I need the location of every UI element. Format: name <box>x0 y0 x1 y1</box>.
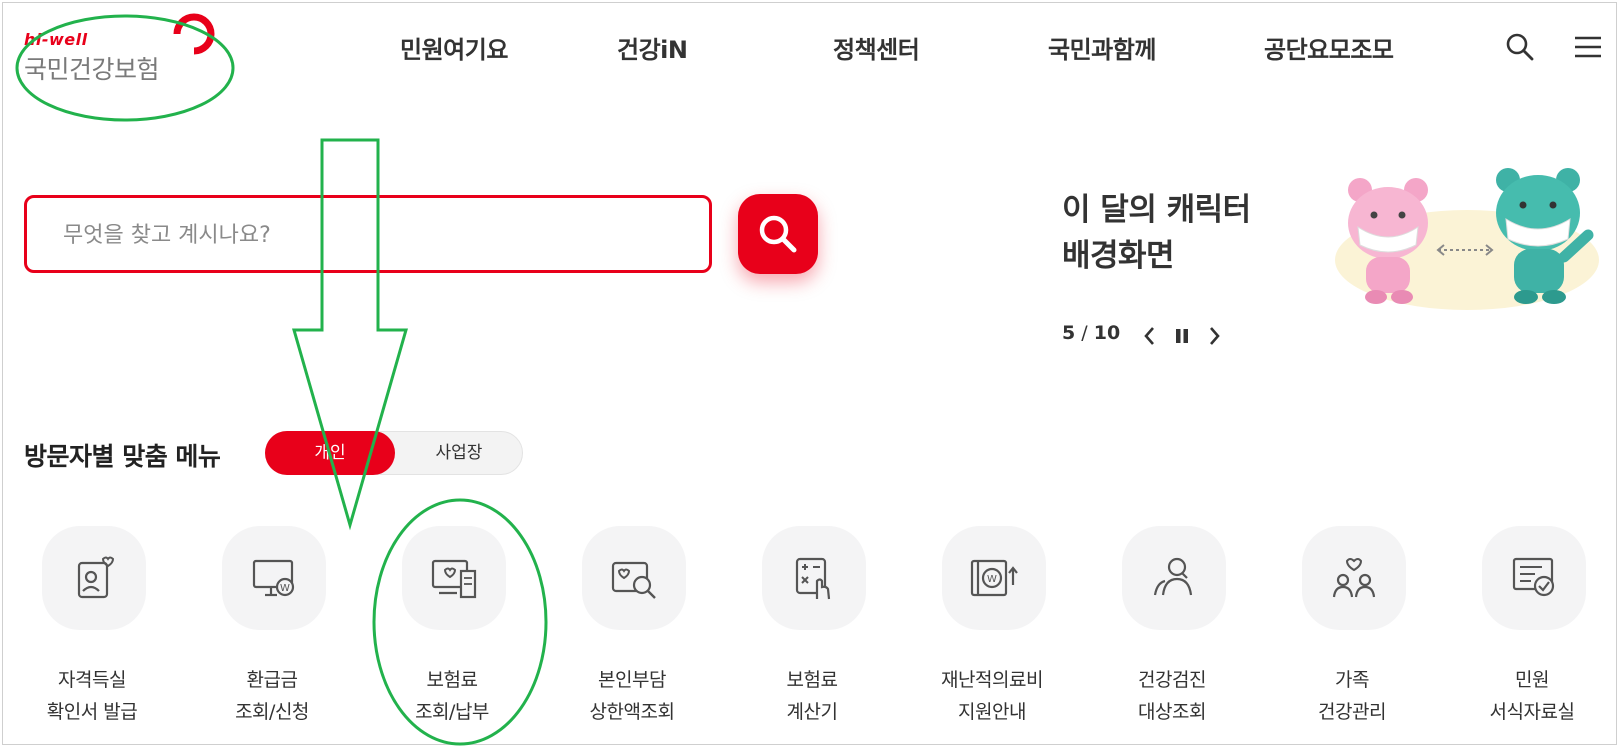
quick-label: 환급금 조회/신청 <box>182 664 362 728</box>
pager-total: 10 <box>1093 322 1121 344</box>
quick-label-line1: 건강검진 <box>1138 669 1206 691</box>
nav-about-corp[interactable]: 공단요모조모 <box>1264 30 1394 65</box>
id-card-heart-icon <box>77 556 115 599</box>
character-illustration[interactable] <box>1332 165 1602 315</box>
toggle-personal[interactable]: 개인 <box>265 431 395 475</box>
quick-item-premium-calculator[interactable]: 보험료 계산기 <box>722 524 902 734</box>
banner-title-line1: 이 달의 캐릭터 <box>1062 192 1251 228</box>
quick-label-line2: 지원안내 <box>958 701 1026 723</box>
chevron-right-icon[interactable] <box>1202 322 1226 350</box>
quick-item-health-checkup[interactable]: 건강검진 대상조회 <box>1082 524 1262 734</box>
monitor-won-icon: W <box>252 559 295 597</box>
quick-item-civil-forms[interactable]: 민원 서식자료실 <box>1442 524 1621 734</box>
quick-label-line1: 가족 <box>1335 669 1369 691</box>
quick-item-premium-payment[interactable]: 보험료 조회/납부 <box>362 524 542 734</box>
document-check-icon <box>1512 557 1555 597</box>
quick-label-line1: 재난적의료비 <box>941 669 1043 691</box>
calculator-hand-icon <box>795 557 831 600</box>
quick-item-eligibility-certificate[interactable]: 자격득실 확인서 발급 <box>2 524 182 734</box>
quick-icon-bg <box>1482 526 1586 630</box>
svg-text:W: W <box>987 574 997 585</box>
quick-icon-bg <box>762 526 866 630</box>
nav-health-in[interactable]: 건강iN <box>617 30 688 65</box>
quick-label-line2: 상한액조회 <box>589 701 675 723</box>
quick-icon-bg: W <box>942 526 1046 630</box>
quick-label-line1: 보험료 <box>786 669 838 691</box>
quick-label: 재난적의료비 지원안내 <box>902 664 1082 728</box>
quick-label-line1: 본인부담 <box>598 669 666 691</box>
quick-label-line2: 조회/납부 <box>415 701 489 723</box>
hamburger-menu-icon[interactable] <box>1573 32 1603 62</box>
banner-title[interactable]: 이 달의 캐릭터 배경화면 <box>1062 187 1251 279</box>
quick-label-line2: 조회/신청 <box>235 701 309 723</box>
quick-label: 본인부담 상한액조회 <box>542 664 722 728</box>
search-input[interactable] <box>61 214 665 256</box>
quick-label-line1: 민원 <box>1515 669 1549 691</box>
quick-label: 가족 건강관리 <box>1262 664 1442 728</box>
visitor-type-toggle: 개인 사업장 <box>265 431 523 475</box>
quick-label-line1: 보험료 <box>426 669 478 691</box>
quick-icon-bg: W <box>222 526 326 630</box>
quick-item-family-health[interactable]: 가족 건강관리 <box>1262 524 1442 734</box>
svg-text:W: W <box>280 583 290 594</box>
search-box <box>24 195 712 273</box>
quick-label: 보험료 계산기 <box>722 664 902 728</box>
banner-pager: 5 / 10 <box>1062 322 1120 344</box>
quick-item-copay-limit[interactable]: 본인부담 상한액조회 <box>542 524 722 734</box>
main-navigation: 민원여기요 건강iN 정책센터 국민과함께 공단요모조모 <box>0 30 1621 70</box>
family-heart-icon <box>1332 558 1376 598</box>
pager-separator: / <box>1081 322 1088 344</box>
nav-policy-center[interactable]: 정책센터 <box>833 30 920 65</box>
quick-item-catastrophic-medical-support[interactable]: W 재난적의료비 지원안내 <box>902 524 1082 734</box>
banner-title-line2: 배경화면 <box>1062 238 1175 274</box>
quick-label-line2: 서식자료실 <box>1489 701 1575 723</box>
quick-item-refund[interactable]: W 환급금 조회/신청 <box>182 524 362 734</box>
quick-label-line1: 자격득실 <box>58 669 126 691</box>
quick-label: 민원 서식자료실 <box>1442 664 1621 728</box>
card-search-icon <box>611 561 656 599</box>
search-button[interactable] <box>738 194 818 274</box>
quick-icon-bg <box>582 526 686 630</box>
receipt-heart-icon <box>431 559 477 599</box>
toggle-business[interactable]: 사업장 <box>396 432 522 474</box>
book-won-up-icon: W <box>970 559 1018 597</box>
nav-with-people[interactable]: 국민과함께 <box>1048 30 1156 65</box>
quick-label: 자격득실 확인서 발급 <box>2 664 182 728</box>
quick-icon-bg <box>1302 526 1406 630</box>
quick-label: 보험료 조회/납부 <box>362 664 542 728</box>
pause-icon[interactable] <box>1170 322 1194 350</box>
quick-icon-bg <box>402 526 506 630</box>
search-button-icon <box>759 215 797 253</box>
quick-label-line2: 건강관리 <box>1318 701 1386 723</box>
quick-label-line2: 대상조회 <box>1138 701 1206 723</box>
quick-label-line2: 계산기 <box>786 701 838 723</box>
search-icon[interactable] <box>1505 32 1535 62</box>
quick-icon-bg <box>42 526 146 630</box>
people-search-icon <box>1153 557 1193 596</box>
quick-menu: 자격득실 확인서 발급 W 환급금 조회/신청 보험료 조회/납부 본인부담 상… <box>0 524 1621 734</box>
chevron-left-icon[interactable] <box>1138 322 1162 350</box>
pager-current: 5 <box>1062 322 1076 344</box>
quick-label: 건강검진 대상조회 <box>1082 664 1262 728</box>
nav-minwon[interactable]: 민원여기요 <box>400 30 508 65</box>
visitor-menu-title: 방문자별 맞춤 메뉴 <box>24 442 221 471</box>
quick-icon-bg <box>1122 526 1226 630</box>
quick-label-line2: 확인서 발급 <box>46 701 138 723</box>
quick-label-line1: 환급금 <box>246 669 298 691</box>
